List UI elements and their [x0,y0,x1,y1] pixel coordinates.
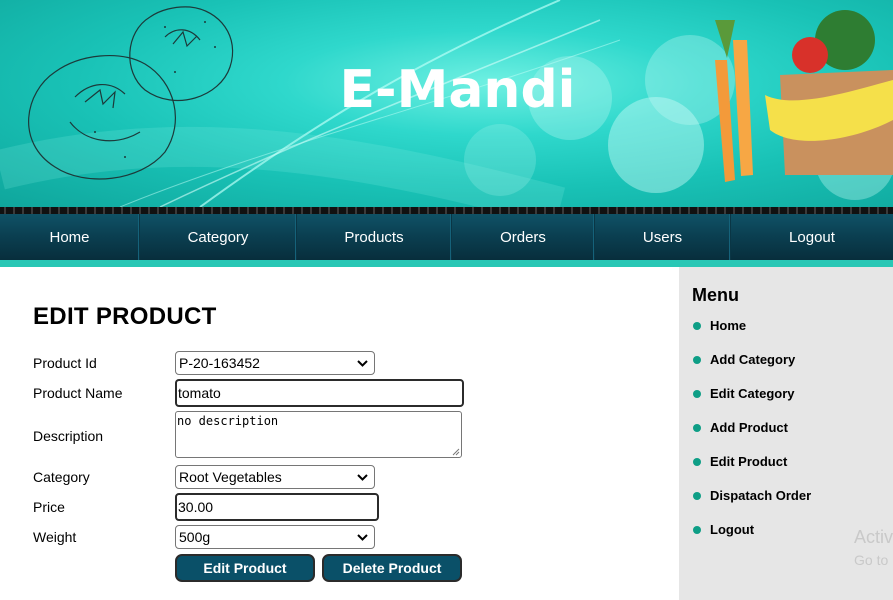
site-title: E-Mandi [339,60,576,120]
sidebar-item-label: Dispatach Order [710,488,812,503]
product-name-input[interactable]: tomato [175,379,464,407]
header-banner: E-Mandi [0,0,893,207]
description-value: no description [177,414,279,428]
bullet-icon [693,525,701,534]
description-textarea[interactable]: no description [175,411,462,458]
activation-watermark-line1: Activ [854,527,893,547]
sidebar-item-label: Add Category [710,352,796,367]
bullet-icon [693,423,701,432]
product-name-label: Product Name [33,385,123,401]
weight-value: 500g [179,529,211,545]
sidebar-menu: Menu Home Add Category Edit Category Add… [679,267,893,600]
product-id-value: P-20-163452 [179,355,260,371]
sidebar-item-add-product[interactable]: Add Product [693,420,788,435]
bullet-icon [693,457,701,466]
nav-products[interactable]: Products [297,214,452,260]
product-id-select[interactable]: P-20-163452 [175,351,375,375]
weight-select[interactable]: 500g [175,525,375,549]
product-id-label: Product Id [33,355,97,371]
bullet-icon [693,389,701,398]
sidebar-item-label: Home [710,318,747,333]
menu-title: Menu [692,285,739,305]
category-label: Category [33,469,90,485]
chevron-down-icon [357,360,368,367]
sidebar-item-edit-category[interactable]: Edit Category [693,386,795,401]
sidebar-item-label: Logout [710,522,755,537]
page-title: EDIT PRODUCT [33,303,217,330]
price-label: Price [33,499,65,515]
chevron-down-icon [357,534,368,541]
sidebar-item-label: Add Product [710,420,788,435]
sidebar-item-add-category[interactable]: Add Category [693,352,795,367]
delete-product-button[interactable]: Delete Product [322,554,462,582]
main-nav: Home Category Products Orders Users Logo… [0,214,893,260]
nav-home[interactable]: Home [0,214,140,260]
nav-logout[interactable]: Logout [731,214,893,260]
activation-watermark-line2: Go to [854,552,889,568]
weight-label: Weight [33,529,77,545]
nav-category[interactable]: Category [140,214,297,260]
nav-accent-strip [0,260,893,267]
bullet-icon [693,355,701,364]
chevron-down-icon [357,474,368,481]
sidebar-item-logout[interactable]: Logout [693,522,754,537]
bullet-icon [693,491,701,500]
category-value: Root Vegetables [179,469,282,485]
sidebar-item-label: Edit Category [710,386,795,401]
nav-orders[interactable]: Orders [452,214,595,260]
main-content: EDIT PRODUCT Product Id P-20-163452 Prod… [0,267,679,600]
sidebar-item-edit-product[interactable]: Edit Product [693,454,787,469]
category-select[interactable]: Root Vegetables [175,465,375,489]
nav-users[interactable]: Users [595,214,731,260]
sidebar-item-label: Edit Product [710,454,788,469]
resize-grip-icon[interactable] [452,448,460,456]
bullet-icon [693,321,701,330]
chain-divider [0,207,893,214]
edit-product-button[interactable]: Edit Product [175,554,315,582]
sidebar-item-home[interactable]: Home [693,318,746,333]
sidebar-item-dispatch-order[interactable]: Dispatach Order [693,488,811,503]
price-input[interactable]: 30.00 [175,493,379,521]
description-label: Description [33,428,104,444]
